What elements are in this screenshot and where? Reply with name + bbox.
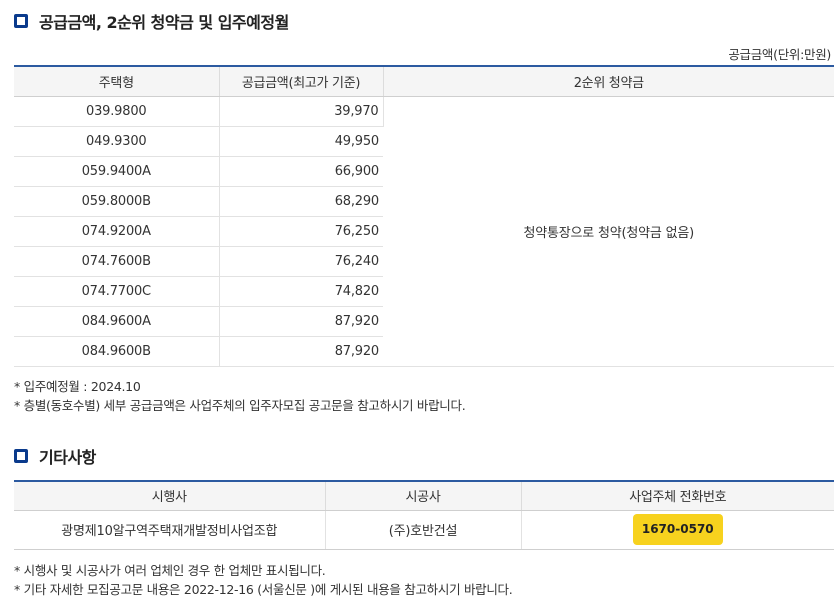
phone-cell: 1670-0570: [521, 510, 834, 550]
supply-price-cell: 66,900: [219, 156, 383, 187]
header-supply-price: 공급금액(최고가 기준): [219, 66, 384, 97]
housing-type-cell: 074.7700C: [14, 276, 220, 307]
unit-label: 공급금액(단위:만원): [728, 47, 831, 62]
builder-cell: (주)호반건설: [325, 510, 522, 550]
housing-type-cell: 059.8000B: [14, 186, 220, 217]
deposit-merged-cell: 청약통장으로 청약(청약금 없음): [383, 96, 834, 367]
header-deposit: 2순위 청약금: [383, 66, 834, 97]
housing-type-cell: 059.9400A: [14, 156, 220, 187]
section-title-text: 공급금액, 2순위 청약금 및 입주예정월: [39, 13, 289, 32]
supply-price-cell: 49,950: [219, 126, 383, 157]
supply-price-cell: 39,970: [219, 96, 384, 127]
supply-price-cell: 87,920: [219, 336, 383, 367]
housing-type-cell: 084.9600B: [14, 336, 220, 367]
table-row: 039.9800 39,970 청약통장으로 청약(청약금 없음): [14, 96, 834, 367]
supply-header-row: 주택형 공급금액(최고가 기준) 2순위 청약금: [14, 66, 834, 97]
housing-type-cell: 039.9800: [14, 96, 220, 127]
note-announcement: * 기타 자세한 모집공고문 내용은 2022-12-16 (서울신문 )에 게…: [14, 582, 513, 597]
section-square-icon: [14, 14, 28, 28]
header-phone: 사업주체 전화번호: [521, 481, 834, 511]
header-builder: 시공사: [325, 481, 522, 511]
etc-table: 시행사 시공사 사업주체 전화번호 광명제10알구역주택재개발정비사업조합 (주…: [14, 480, 834, 550]
note-move-in: * 입주예정월 : 2024.10: [14, 379, 141, 394]
section-title-text: 기타사항: [39, 448, 96, 467]
notes-etc: * 시행사 및 시공사가 여러 업체인 경우 한 업체만 표시됩니다. * 기타…: [14, 561, 513, 599]
notes-supply: * 입주예정월 : 2024.10 * 층별(동호수별) 세부 공급금액은 사업…: [14, 377, 466, 415]
housing-type-cell: 049.9300: [14, 126, 220, 157]
supply-price-cell: 74,820: [219, 276, 383, 307]
header-housing-type: 주택형: [14, 66, 220, 97]
etc-row: 광명제10알구역주택재개발정비사업조합 (주)호반건설 1670-0570: [14, 510, 834, 550]
phone-badge[interactable]: 1670-0570: [632, 514, 723, 545]
etc-header-row: 시행사 시공사 사업주체 전화번호: [14, 481, 834, 511]
section-square-icon: [14, 449, 28, 463]
developer-cell: 광명제10알구역주택재개발정비사업조합: [14, 510, 326, 550]
note-floor-price: * 층별(동호수별) 세부 공급금액은 사업주체의 입주자모집 공고문을 참고하…: [14, 398, 466, 413]
supply-price-cell: 68,290: [219, 186, 383, 217]
housing-type-cell: 074.7600B: [14, 246, 220, 277]
supply-price-cell: 87,920: [219, 306, 383, 337]
supply-price-cell: 76,240: [219, 246, 383, 277]
header-developer: 시행사: [14, 481, 326, 511]
housing-type-cell: 084.9600A: [14, 306, 220, 337]
supply-table: 주택형 공급금액(최고가 기준) 2순위 청약금 039.9800 39,970 청…: [14, 65, 834, 367]
section-title-supply: 공급금액, 2순위 청약금 및 입주예정월: [14, 9, 289, 33]
housing-type-cell: 074.9200A: [14, 216, 220, 247]
section-title-etc: 기타사항: [14, 444, 96, 468]
supply-price-cell: 76,250: [219, 216, 383, 247]
note-multiple-companies: * 시행사 및 시공사가 여러 업체인 경우 한 업체만 표시됩니다.: [14, 563, 326, 578]
